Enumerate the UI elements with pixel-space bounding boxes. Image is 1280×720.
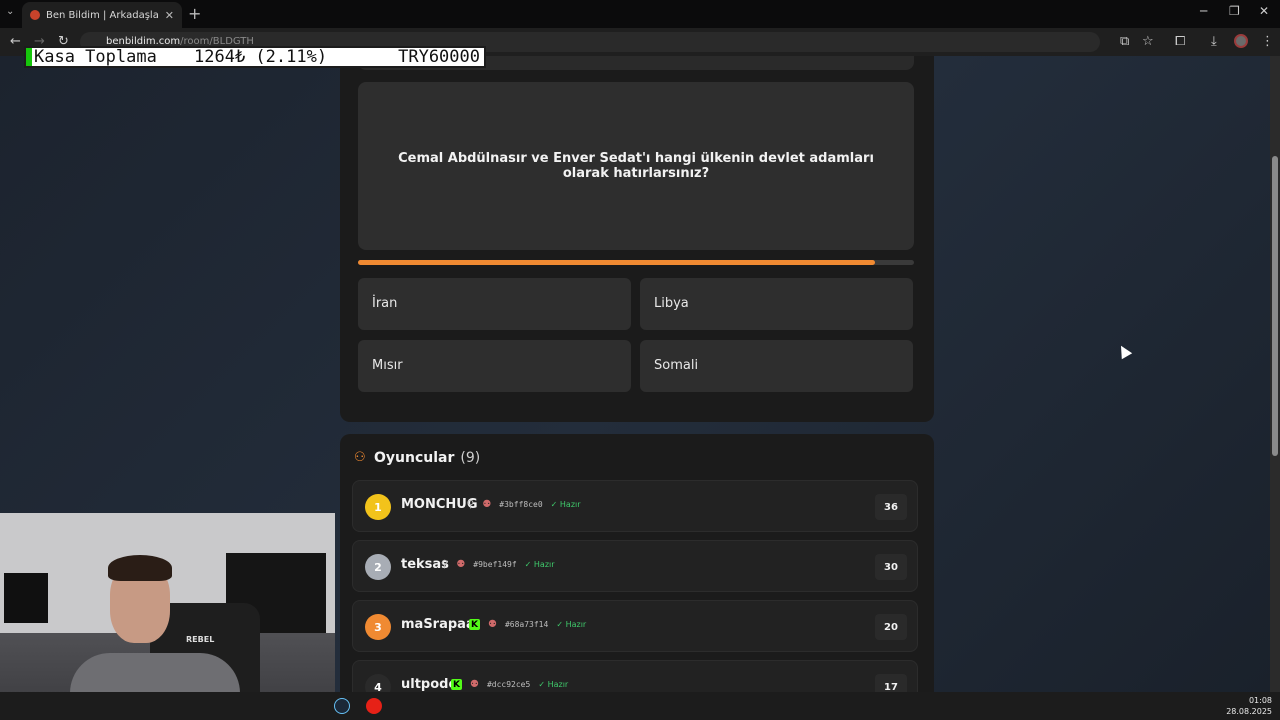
question-text: Cemal Abdülnasır ve Enver Sedat'ı hangi … [358, 82, 914, 250]
goal-label: Kasa Toplama [34, 47, 157, 67]
user-icon: ⚲ [467, 499, 475, 510]
remove-user-icon[interactable]: ⚉ [488, 619, 497, 630]
player-hash-id: #68a73f14 [504, 620, 549, 629]
browser-tab[interactable]: Ben Bildim | Arkadaşlarınla Onli ✕ [22, 2, 182, 28]
players-count: (9) [460, 450, 481, 466]
player-score: 36 [875, 494, 907, 520]
player-meta: ⚲ ⚉ #9bef149f ✓ Hazır [441, 559, 555, 570]
ready-label: Hazır [533, 560, 555, 569]
back-icon[interactable]: ← [10, 34, 21, 49]
browser-tab-bar: ⌄ Ben Bildim | Arkadaşlarınla Onli ✕ + ─… [0, 0, 1280, 28]
close-window-icon[interactable]: ✕ [1259, 4, 1269, 18]
new-tab-icon[interactable]: + [188, 4, 201, 23]
page-scrollbar[interactable] [1270, 56, 1280, 692]
check-circle-icon: ✓ [538, 680, 548, 689]
player-row[interactable]: 1 MONCHUG ⚲ ⚉ #3bff8ce0 ✓ Hazır 36 [352, 480, 918, 532]
kick-platform-icon: K [469, 619, 480, 630]
player-meta: K ⚉ #dcc92ce5 ✓ Hazır [451, 679, 568, 690]
bookmark-star-icon[interactable]: ☆ [1142, 34, 1154, 49]
goal-progress-fill [26, 48, 32, 66]
remove-user-icon[interactable]: ⚉ [456, 559, 465, 570]
steam-icon[interactable] [334, 698, 350, 714]
extensions-icon[interactable]: ⧠ [1175, 34, 1185, 49]
player-row[interactable]: 2 teksas ⚲ ⚉ #9bef149f ✓ Hazır 30 [352, 540, 918, 592]
goal-target: TRY60000 [398, 47, 480, 67]
ready-status-badge: ✓ Hazır [538, 680, 568, 689]
players-title: Oyuncular [374, 450, 455, 466]
webcam-poster-left [4, 573, 48, 623]
answer-option-4[interactable]: Somali [640, 340, 913, 392]
restore-icon[interactable]: ❐ [1229, 4, 1240, 18]
menu-kebab-icon[interactable]: ⋮ [1261, 34, 1274, 49]
player-hash-id: #9bef149f [473, 560, 517, 569]
ready-status-badge: ✓ Hazır [556, 620, 586, 629]
install-app-icon[interactable]: ⧉ [1120, 34, 1129, 49]
ready-label: Hazır [565, 620, 587, 629]
donation-goal-overlay: Kasa Toplama 1264₺ (2.11%) TRY60000 [24, 46, 486, 68]
close-tab-icon[interactable]: ✕ [165, 9, 174, 22]
downloads-icon[interactable]: ⤓ [1211, 34, 1217, 49]
player-row[interactable]: 3 maSrapaa K ⚉ #68a73f14 ✓ Hazır 20 [352, 600, 918, 652]
check-circle-icon: ✓ [550, 500, 560, 509]
clock-date: 28.08.2025 [1226, 707, 1272, 716]
system-clock[interactable]: 01:08 28.08.2025 [1226, 695, 1272, 717]
player-rank-badge: 1 [365, 494, 391, 520]
remove-user-icon[interactable]: ⚉ [482, 499, 491, 510]
remove-user-icon[interactable]: ⚉ [470, 679, 479, 690]
goal-current-value: 1264₺ (2.11%) [194, 47, 328, 67]
scrollbar-thumb[interactable] [1272, 156, 1278, 456]
player-rank-badge: 3 [365, 614, 391, 640]
player-name: ultpode [401, 677, 458, 692]
timer-progress-fill [358, 260, 876, 265]
ready-label: Hazır [547, 680, 569, 689]
player-hash-id: #dcc92ce5 [486, 680, 531, 689]
ready-status-badge: ✓ Hazır [525, 560, 555, 569]
answer-option-1[interactable]: İran [358, 278, 631, 330]
players-card: ⚇ Oyuncular (9) 1 MONCHUG ⚲ ⚉ #3bff8ce0 ✓ Haz… [340, 434, 934, 692]
player-meta: K ⚉ #68a73f14 ✓ Hazır [469, 619, 586, 630]
mouse-cursor-icon [1115, 342, 1133, 360]
player-score: 17 [875, 674, 907, 692]
webcam-streamer-hair [108, 555, 172, 581]
minimize-icon[interactable]: ─ [1200, 4, 1207, 18]
players-group-icon: ⚇ [354, 450, 366, 465]
player-row[interactable]: 4 ultpode K ⚉ #dcc92ce5 ✓ Hazır 17 [352, 660, 918, 692]
timer-progress-bar [358, 260, 914, 265]
player-meta: ⚲ ⚉ #3bff8ce0 ✓ Hazır [467, 499, 581, 510]
webcam-feed: REBEL [0, 513, 335, 720]
kick-platform-icon: K [451, 679, 462, 690]
tab-search-icon[interactable]: ⌄ [6, 6, 14, 17]
youtube-icon[interactable] [366, 698, 382, 714]
ready-label: Hazır [559, 500, 581, 509]
player-score: 30 [875, 554, 907, 580]
player-score: 20 [875, 614, 907, 640]
player-hash-id: #3bff8ce0 [499, 500, 543, 509]
tab-title: Ben Bildim | Arkadaşlarınla Onli [46, 9, 159, 21]
ready-status-badge: ✓ Hazır [551, 500, 581, 509]
profile-avatar[interactable] [1234, 34, 1248, 48]
player-name: maSrapaa [401, 617, 475, 632]
os-taskbar: 01:08 28.08.2025 [0, 692, 1280, 720]
clock-time: 01:08 [1248, 696, 1272, 705]
players-header: ⚇ Oyuncular (9) [354, 450, 480, 466]
question-card: Cemal Abdülnasır ve Enver Sedat'ı hangi … [340, 56, 934, 422]
user-icon: ⚲ [441, 559, 449, 570]
player-rank-badge: 2 [365, 554, 391, 580]
check-circle-icon: ✓ [556, 620, 566, 629]
answer-option-2[interactable]: Libya [640, 278, 913, 330]
player-rank-badge: 4 [365, 674, 391, 692]
site-favicon-icon [30, 10, 40, 20]
answer-option-3[interactable]: Mısır [358, 340, 631, 392]
check-circle-icon: ✓ [524, 560, 534, 569]
chair-brand-logo: REBEL [186, 635, 215, 644]
